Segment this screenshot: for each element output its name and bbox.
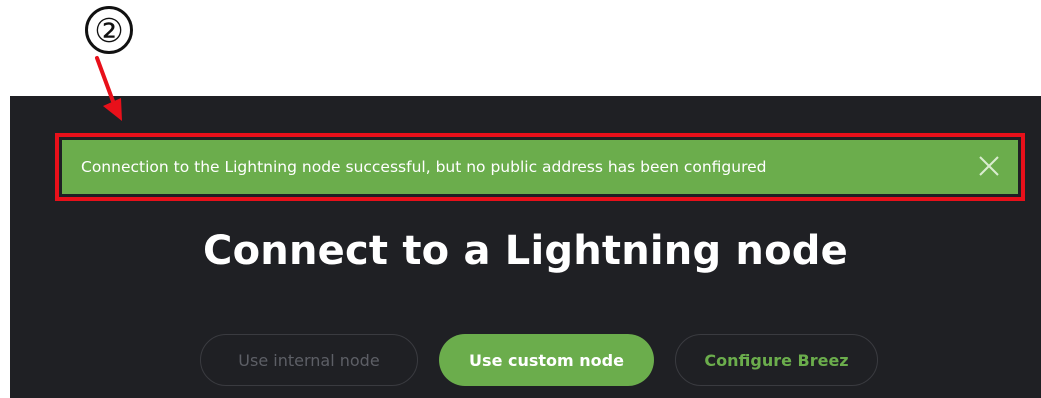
use-custom-node-button[interactable]: Use custom node [439,334,654,386]
step-number-marker: ② [85,6,133,54]
use-internal-node-button[interactable]: Use internal node [200,334,418,386]
step-number-label: ② [94,10,124,50]
page-title: Connect to a Lightning node [203,228,848,274]
screenshot-stage: ② Connection to the Lightning node succe… [0,0,1041,398]
configure-breez-button[interactable]: Configure Breez [675,334,878,386]
annotation-highlight-box [55,133,1025,201]
